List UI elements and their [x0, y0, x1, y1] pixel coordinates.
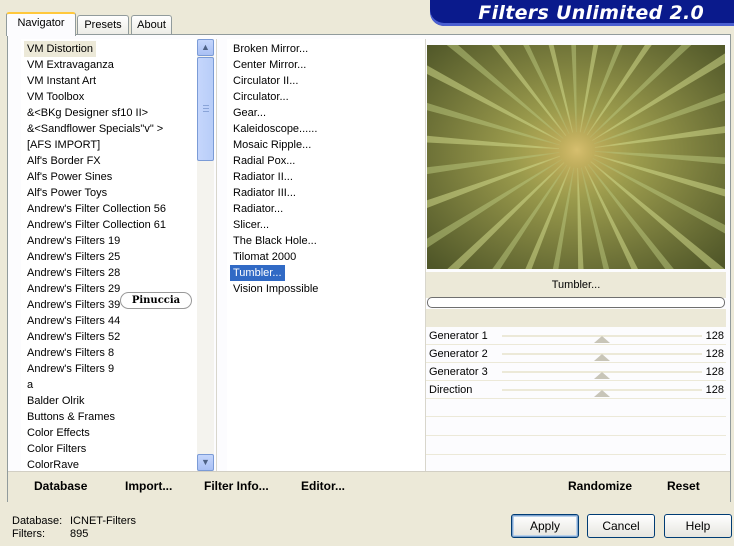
empty-slider-row: [426, 418, 726, 436]
slider-thumb[interactable]: [594, 390, 611, 397]
list-divider: [216, 39, 217, 471]
import-button[interactable]: Import...: [125, 479, 172, 493]
category-item[interactable]: a: [24, 377, 36, 393]
slider-value: 128: [705, 366, 724, 378]
tab-presets[interactable]: Presets: [77, 15, 129, 35]
title-banner: Filters Unlimited 2.0: [430, 0, 734, 26]
category-item[interactable]: VM Extravaganza: [24, 57, 117, 73]
watermark-logo: Pinuccia: [120, 292, 192, 309]
filter-item[interactable]: Mosaic Ripple...: [230, 137, 314, 153]
category-item[interactable]: Andrew's Filters 19: [24, 233, 123, 249]
category-item[interactable]: Buttons & Frames: [24, 409, 118, 425]
filter-list[interactable]: Broken Mirror... Center Mirror... Circulat…: [227, 39, 425, 471]
slider-value: 128: [705, 348, 724, 360]
filter-item[interactable]: The Black Hole...: [230, 233, 320, 249]
slider-label: Generator 1: [429, 330, 488, 342]
filter-item[interactable]: Tilomat 2000: [230, 249, 299, 265]
filter-item[interactable]: Radiator...: [230, 201, 286, 217]
filter-item[interactable]: Circulator...: [230, 89, 292, 105]
filter-item[interactable]: Radial Pox...: [230, 153, 298, 169]
category-item[interactable]: Alf's Border FX: [24, 153, 104, 169]
slider-row[interactable]: Generator 1 128: [426, 327, 726, 345]
category-item[interactable]: Andrew's Filters 52: [24, 329, 123, 345]
filter-item[interactable]: Slicer...: [230, 217, 272, 233]
category-item[interactable]: Andrew's Filter Collection 56: [24, 201, 169, 217]
category-item[interactable]: Andrew's Filter Collection 61: [24, 217, 169, 233]
editor-button[interactable]: Editor...: [301, 479, 345, 493]
category-item[interactable]: Color Effects: [24, 425, 93, 441]
category-item[interactable]: VM Distortion: [24, 41, 97, 57]
scroll-up-arrow-icon[interactable]: ▲: [197, 39, 214, 56]
category-item[interactable]: Andrew's Filters 29: [24, 281, 123, 297]
filter-item[interactable]: Broken Mirror...: [230, 41, 311, 57]
category-item[interactable]: Color Filters: [24, 441, 89, 457]
category-scrollbar[interactable]: ▲ ▼: [197, 39, 214, 471]
category-item[interactable]: Andrew's Filters 9: [24, 361, 117, 377]
filter-item[interactable]: Radiator III...: [230, 185, 299, 201]
filters-count-label: Filters:: [12, 528, 45, 540]
category-item[interactable]: Andrew's Filters 44: [24, 313, 123, 329]
tab-about[interactable]: About: [131, 15, 172, 35]
database-label: Database:: [12, 515, 63, 527]
preview-image: [427, 45, 725, 269]
database-button[interactable]: Database: [34, 479, 87, 493]
slider-thumb[interactable]: [594, 372, 611, 379]
category-item[interactable]: Balder Olrik: [24, 393, 87, 409]
category-item[interactable]: Andrew's Filters 28: [24, 265, 123, 281]
navigator-panel: VM Distortion VM Extravaganza VM Instant A…: [7, 34, 731, 502]
slider-value: 128: [705, 330, 724, 342]
slider-row[interactable]: Direction 128: [426, 381, 726, 399]
category-item[interactable]: Andrew's Filters 39: [24, 297, 123, 313]
slider-value: 128: [705, 384, 724, 396]
filter-info-button[interactable]: Filter Info...: [204, 479, 269, 493]
filter-item[interactable]: Vision Impossible: [230, 281, 321, 297]
empty-slider-row: [426, 437, 726, 455]
slider-thumb[interactable]: [594, 354, 611, 361]
slider-label: Generator 3: [429, 366, 488, 378]
slider-row[interactable]: Generator 2 128: [426, 345, 726, 363]
tab-navigator[interactable]: Navigator: [6, 12, 76, 36]
empty-slider-row: [426, 399, 726, 417]
category-item[interactable]: Andrew's Filters 8: [24, 345, 117, 361]
category-list[interactable]: VM Distortion VM Extravaganza VM Instant A…: [21, 39, 201, 471]
slider-header-band: [426, 309, 726, 327]
slider-label: Generator 2: [429, 348, 488, 360]
category-item[interactable]: VM Instant Art: [24, 73, 99, 89]
current-filter-name: Tumbler...: [426, 272, 726, 298]
help-button[interactable]: Help: [664, 514, 732, 538]
category-item[interactable]: Alf's Power Sines: [24, 169, 115, 185]
category-item[interactable]: Alf's Power Toys: [24, 185, 110, 201]
category-item[interactable]: Andrew's Filters 25: [24, 249, 123, 265]
progress-bar: [427, 297, 725, 308]
category-item[interactable]: &<BKg Designer sf10 II>: [24, 105, 151, 121]
filter-item[interactable]: Tumbler...: [230, 265, 285, 281]
apply-button[interactable]: Apply: [511, 514, 579, 538]
database-info: Database: ICNET-Filters Filters: 895: [12, 515, 136, 541]
reset-button[interactable]: Reset: [667, 479, 700, 493]
slider-row[interactable]: Generator 3 128: [426, 363, 726, 381]
filter-item[interactable]: Radiator II...: [230, 169, 296, 185]
filter-item[interactable]: Circulator II...: [230, 73, 301, 89]
filters-count-value: 895: [70, 528, 89, 540]
scrollbar-thumb[interactable]: [197, 57, 214, 161]
slider-thumb[interactable]: [594, 336, 611, 343]
category-item[interactable]: [AFS IMPORT]: [24, 137, 103, 153]
category-item[interactable]: VM Toolbox: [24, 89, 87, 105]
scroll-down-arrow-icon[interactable]: ▼: [197, 454, 214, 471]
database-value: ICNET-Filters: [70, 515, 136, 527]
filter-item[interactable]: Kaleidoscope......: [230, 121, 320, 137]
category-item[interactable]: &<Sandflower Specials"v" >: [24, 121, 166, 137]
slider-label: Direction: [429, 384, 473, 396]
app-title: Filters Unlimited 2.0: [478, 2, 704, 24]
filter-item[interactable]: Center Mirror...: [230, 57, 309, 73]
randomize-button[interactable]: Randomize: [568, 479, 632, 493]
bottom-toolbar: Database Import... Filter Info... Editor…: [8, 471, 730, 502]
filter-item[interactable]: Gear...: [230, 105, 269, 121]
cancel-button[interactable]: Cancel: [587, 514, 655, 538]
